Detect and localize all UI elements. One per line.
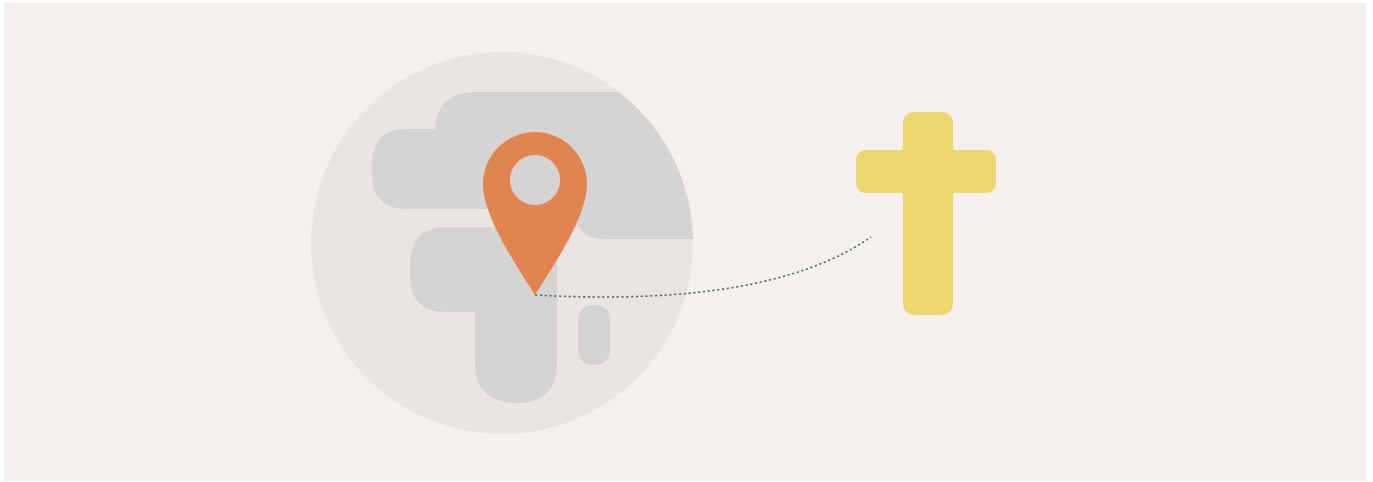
cross-horizontal-bar xyxy=(856,150,996,193)
cross-icon xyxy=(856,112,996,315)
cross-vertical-bar xyxy=(903,112,953,315)
illustration-canvas xyxy=(4,3,1366,481)
landmass-island xyxy=(578,305,610,365)
illustration-svg xyxy=(311,52,996,434)
map-pin-hole xyxy=(510,155,560,205)
